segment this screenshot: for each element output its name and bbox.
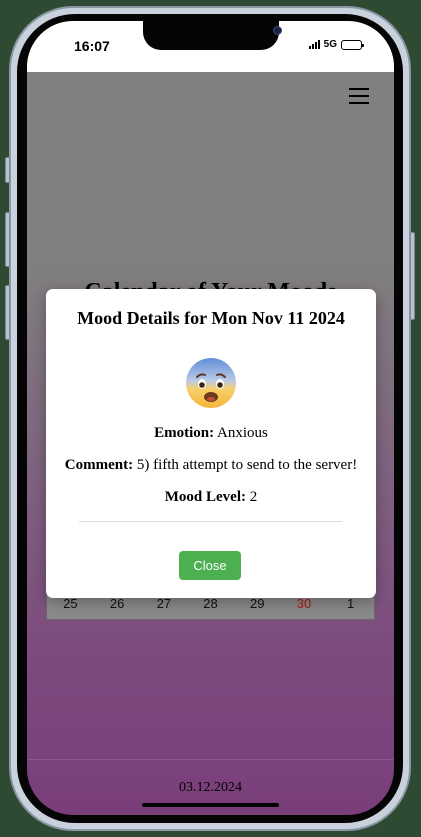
comment-label: Comment: bbox=[64, 457, 134, 473]
close-button[interactable]: Close bbox=[179, 551, 241, 580]
emotion-label: Emotion: bbox=[154, 425, 215, 441]
comment-value: 5) fifth attempt to send to the server! bbox=[136, 457, 358, 473]
hamburger-menu-icon[interactable] bbox=[349, 88, 369, 106]
mute-switch bbox=[5, 157, 10, 183]
emotion-line: Emotion: Anxious bbox=[46, 425, 376, 442]
home-indicator[interactable] bbox=[142, 803, 279, 807]
volume-up-button bbox=[5, 212, 10, 267]
modal-title: Mood Details for Mon Nov 11 2024 bbox=[77, 308, 345, 328]
comment-line: Comment: 5) fifth attempt to send to the… bbox=[46, 457, 376, 474]
power-button bbox=[410, 232, 415, 320]
dynamic-island bbox=[143, 21, 282, 50]
mood-level-label: Mood Level: bbox=[164, 489, 246, 505]
status-indicators: 5G bbox=[308, 39, 364, 50]
emotion-value: Anxious bbox=[217, 425, 268, 441]
mood-details-modal: Mood Details for Mon Nov 11 2024 Emotion… bbox=[46, 289, 376, 598]
mood-level-line: Mood Level: 2 bbox=[46, 489, 376, 506]
battery-icon bbox=[341, 39, 364, 50]
footer-date: 03.12.2024 bbox=[179, 780, 242, 795]
volume-down-button bbox=[5, 285, 10, 340]
app-screen: 16:07 5G Calendar of Your Moods 25 26 27… bbox=[27, 21, 394, 815]
footer-divider bbox=[27, 759, 394, 760]
front-camera-icon bbox=[273, 26, 282, 35]
network-label: 5G bbox=[323, 39, 337, 50]
signal-bars-icon bbox=[308, 40, 320, 49]
modal-divider bbox=[79, 521, 342, 522]
status-time: 16:07 bbox=[74, 38, 110, 54]
status-bar: 16:07 5G bbox=[27, 21, 394, 72]
anxious-face-icon bbox=[186, 358, 236, 408]
mood-level-value: 2 bbox=[249, 489, 258, 505]
